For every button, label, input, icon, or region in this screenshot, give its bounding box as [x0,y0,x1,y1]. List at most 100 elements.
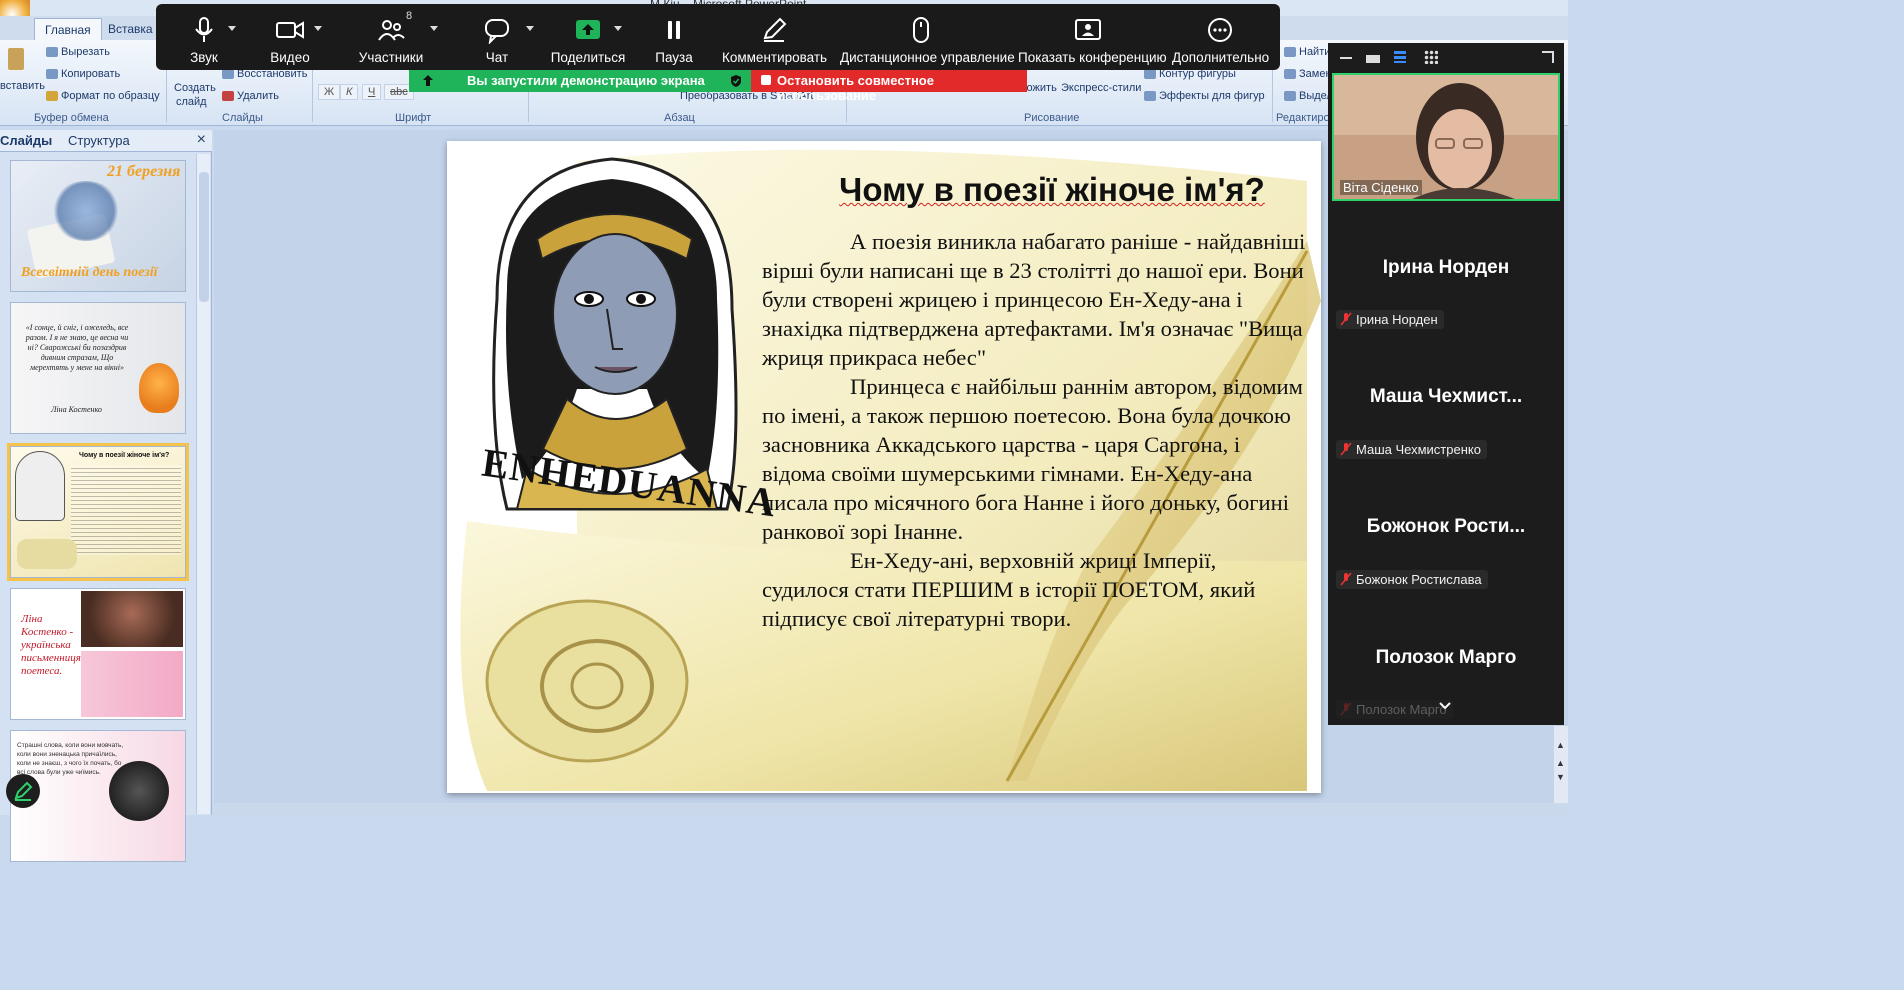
slide-thumbnail-1[interactable]: 21 березня Всесвітній день поезії [10,160,186,292]
format-painter-button[interactable]: Формат по образцу [46,90,160,102]
cut-button[interactable]: Вырезать [46,46,110,58]
scrollbar-thumb[interactable] [199,172,209,302]
participants-label: Участники [358,50,424,65]
audio-label: Звук [190,50,218,65]
pause-icon [668,21,680,39]
copy-button[interactable]: Копировать [46,68,120,80]
tab-home[interactable]: Главная [34,18,102,40]
thumb-3-text [71,465,181,555]
paste-button[interactable]: вставить [0,80,45,92]
expand-icon[interactable] [1542,51,1554,63]
select-button[interactable]: Выдел [1284,90,1333,102]
share-button[interactable]: Поделиться [548,4,628,70]
participants-button[interactable]: 8 Участники [356,4,426,70]
replace-button[interactable]: Замен [1284,68,1332,80]
delete-slide-button[interactable]: Удалить [222,90,279,102]
participants-count: 8 [406,10,413,22]
find-button[interactable]: Найти [1284,46,1330,58]
tulip-image [139,363,179,413]
show-meeting-label: Показать конференцию [1018,50,1167,65]
thumbnail-view-icon[interactable] [1366,55,1380,63]
slide-paragraph-1: А поезія виникла набагато раніше - найда… [762,229,1306,370]
audio-options-caret[interactable] [228,26,236,31]
participant-tile-name-4[interactable]: Полозок Марго [1328,647,1564,669]
slide-pane-scrollbar[interactable] [196,154,210,814]
participant-tile-name-1[interactable]: Ірина Норден [1328,257,1564,279]
participant-label-2: Маша Чехмистренко [1336,440,1487,459]
minimize-icon[interactable] [1340,57,1352,59]
tab-insert[interactable]: Вставка [98,18,163,40]
audio-button[interactable]: Звук [176,4,232,70]
more-label: Дополнительно [1172,50,1270,65]
annotate-button[interactable]: Комментировать [722,4,828,70]
tab-outline[interactable]: Структура [68,133,130,148]
video-options-caret[interactable] [314,26,322,31]
active-speaker-video[interactable]: Віта Сіденко [1332,73,1560,201]
annotate-label: Комментировать [722,50,828,65]
show-meeting-icon [1075,19,1101,40]
chevron-down-icon[interactable] [1438,699,1452,713]
paragraph-group-label: Абзац [664,112,695,124]
cut-label: Вырезать [61,46,110,58]
pause-share-button[interactable]: Пауза [646,4,702,70]
drawing-group-label: Рисование [1024,112,1080,124]
chat-button[interactable]: Чат [472,4,522,70]
pencil-icon [763,17,787,42]
slide-thumbnail-3[interactable]: Чому в поезії жіноче ім'я? [7,443,189,581]
pen-icon [14,781,33,801]
chat-options-caret[interactable] [526,26,534,31]
tab-slides[interactable]: Слайды [0,133,52,148]
participant-tile-name-3[interactable]: Божонок Рости... [1328,516,1564,538]
portrait-photo-1 [81,591,183,647]
video-participant-name: Віта Сіденко [1340,180,1422,195]
slide-title[interactable]: Чому в поезії жіноче ім'я? [802,171,1302,209]
italic-button[interactable]: К [340,84,359,100]
editor-scrollbar[interactable]: ▲ ▲ ▼ [1554,726,1568,815]
shape-effects-button[interactable]: Эффекты для фигур [1144,90,1265,102]
more-button[interactable]: Дополнительно [1172,4,1270,70]
effects-icon [1144,91,1156,102]
stop-share-button[interactable]: Остановить совместное использование [751,70,1027,103]
mouse-icon [913,17,929,43]
more-icon [1208,18,1232,42]
paste-icon[interactable] [8,48,27,70]
next-slide-icon[interactable]: ▼ [1556,772,1565,782]
participant-label-4: Полозок Марго [1336,700,1453,719]
font-group-label: Шрифт [395,112,432,124]
slide-body-text[interactable]: А поезія виникла набагато раніше - найда… [762,227,1307,633]
scroll-up-icon[interactable]: ▲ [1556,740,1565,750]
annotation-pen-button[interactable] [6,774,40,808]
clipboard-group-label: Буфер обмена [34,112,109,124]
thumb-4-title: Ліна Костенко - українська письменниця, … [21,613,84,677]
copy-label: Копировать [61,68,121,80]
select-icon [1284,91,1296,102]
stop-icon [761,75,771,85]
current-slide[interactable]: ENHEDUANNA Чому в поезії жіноче ім'я? А … [447,141,1321,793]
participant-tile-name-2[interactable]: Маша Чехмист... [1328,386,1564,408]
video-button[interactable]: Видео [260,4,320,70]
sharing-status-banner: Вы запустили демонстрацию экрана [409,70,751,92]
video-camera-icon [276,21,304,39]
underline-button[interactable]: Ч [362,84,382,100]
portrait-photo-3 [109,761,169,821]
speaker-view-icon[interactable] [1394,51,1406,63]
participants-options-caret[interactable] [430,26,438,31]
bold-button[interactable]: Ж [318,84,341,100]
quick-styles-button[interactable]: Экспресс-стили [1061,82,1141,94]
slide-pane-tabs: Слайды Структура × [0,130,212,152]
gallery-view-icon[interactable] [1424,50,1438,64]
quick-access-toolbar[interactable] [38,0,138,10]
remote-control-button[interactable]: Дистанционное управление [840,4,1015,70]
slide-thumbnail-4[interactable]: Ліна Костенко - українська письменниця, … [10,588,186,720]
participants-panel-header [1328,43,1564,73]
close-icon[interactable]: × [197,131,206,149]
share-options-caret[interactable] [614,26,622,31]
new-slide-button[interactable]: Создать [174,82,216,94]
new-slide-dropdown[interactable]: слайд [176,96,207,108]
shape-effects-label: Эффекты для фигур [1159,90,1265,102]
share-arrow-icon [423,75,433,86]
delete-label: Удалить [237,90,279,102]
prev-slide-icon[interactable]: ▲ [1556,758,1565,768]
slide-thumbnail-2[interactable]: «І сонце, й сніг, і ожеледь, все разом. … [10,302,186,434]
show-meeting-button[interactable]: Показать конференцию [1018,4,1167,70]
